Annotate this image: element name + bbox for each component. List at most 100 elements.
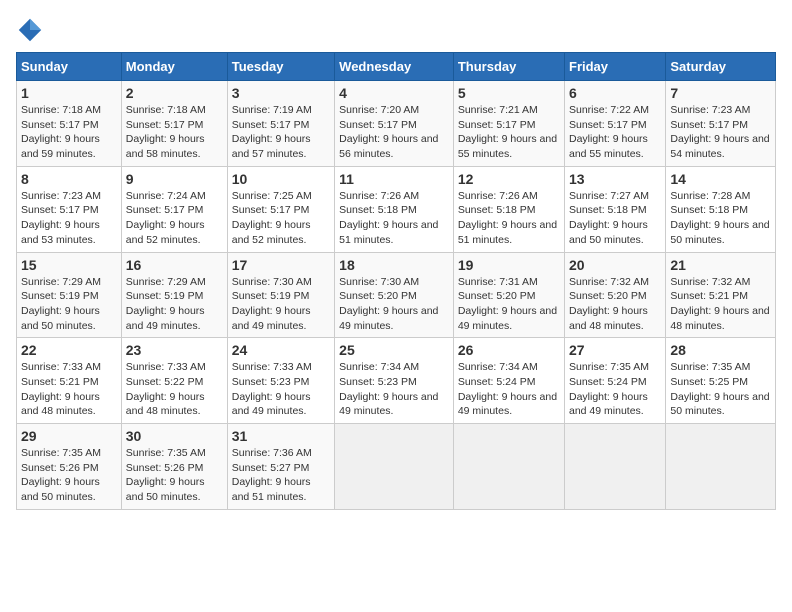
day-cell: 15 Sunrise: 7:29 AMSunset: 5:19 PMDaylig… bbox=[17, 252, 122, 338]
day-info: Sunrise: 7:30 AMSunset: 5:20 PMDaylight:… bbox=[339, 276, 438, 332]
day-cell: 24 Sunrise: 7:33 AMSunset: 5:23 PMDaylig… bbox=[227, 338, 334, 424]
day-info: Sunrise: 7:36 AMSunset: 5:27 PMDaylight:… bbox=[232, 447, 312, 503]
day-number: 8 bbox=[21, 171, 117, 187]
header-cell-tuesday: Tuesday bbox=[227, 53, 334, 81]
day-cell: 1 Sunrise: 7:18 AMSunset: 5:17 PMDayligh… bbox=[17, 81, 122, 167]
header-row: SundayMondayTuesdayWednesdayThursdayFrid… bbox=[17, 53, 776, 81]
day-info: Sunrise: 7:23 AMSunset: 5:17 PMDaylight:… bbox=[21, 190, 101, 246]
day-number: 2 bbox=[126, 85, 223, 101]
day-number: 17 bbox=[232, 257, 330, 273]
day-cell: 14 Sunrise: 7:28 AMSunset: 5:18 PMDaylig… bbox=[666, 166, 776, 252]
day-info: Sunrise: 7:26 AMSunset: 5:18 PMDaylight:… bbox=[339, 190, 438, 246]
day-cell: 6 Sunrise: 7:22 AMSunset: 5:17 PMDayligh… bbox=[565, 81, 666, 167]
day-info: Sunrise: 7:32 AMSunset: 5:20 PMDaylight:… bbox=[569, 276, 649, 332]
day-info: Sunrise: 7:25 AMSunset: 5:17 PMDaylight:… bbox=[232, 190, 312, 246]
day-number: 31 bbox=[232, 428, 330, 444]
day-cell: 17 Sunrise: 7:30 AMSunset: 5:19 PMDaylig… bbox=[227, 252, 334, 338]
day-number: 1 bbox=[21, 85, 117, 101]
day-info: Sunrise: 7:33 AMSunset: 5:23 PMDaylight:… bbox=[232, 361, 312, 417]
calendar-header: SundayMondayTuesdayWednesdayThursdayFrid… bbox=[17, 53, 776, 81]
day-number: 28 bbox=[670, 342, 771, 358]
day-cell: 9 Sunrise: 7:24 AMSunset: 5:17 PMDayligh… bbox=[121, 166, 227, 252]
day-number: 24 bbox=[232, 342, 330, 358]
week-row-1: 1 Sunrise: 7:18 AMSunset: 5:17 PMDayligh… bbox=[17, 81, 776, 167]
day-cell: 29 Sunrise: 7:35 AMSunset: 5:26 PMDaylig… bbox=[17, 424, 122, 510]
day-cell: 5 Sunrise: 7:21 AMSunset: 5:17 PMDayligh… bbox=[453, 81, 564, 167]
day-info: Sunrise: 7:26 AMSunset: 5:18 PMDaylight:… bbox=[458, 190, 557, 246]
day-cell: 22 Sunrise: 7:33 AMSunset: 5:21 PMDaylig… bbox=[17, 338, 122, 424]
day-number: 25 bbox=[339, 342, 449, 358]
logo-icon bbox=[16, 16, 44, 44]
day-number: 15 bbox=[21, 257, 117, 273]
day-number: 19 bbox=[458, 257, 560, 273]
day-info: Sunrise: 7:31 AMSunset: 5:20 PMDaylight:… bbox=[458, 276, 557, 332]
day-info: Sunrise: 7:33 AMSunset: 5:22 PMDaylight:… bbox=[126, 361, 206, 417]
day-cell: 16 Sunrise: 7:29 AMSunset: 5:19 PMDaylig… bbox=[121, 252, 227, 338]
day-number: 22 bbox=[21, 342, 117, 358]
day-number: 20 bbox=[569, 257, 661, 273]
header-cell-friday: Friday bbox=[565, 53, 666, 81]
day-number: 14 bbox=[670, 171, 771, 187]
page-header bbox=[16, 16, 776, 44]
day-number: 12 bbox=[458, 171, 560, 187]
week-row-3: 15 Sunrise: 7:29 AMSunset: 5:19 PMDaylig… bbox=[17, 252, 776, 338]
day-info: Sunrise: 7:23 AMSunset: 5:17 PMDaylight:… bbox=[670, 104, 769, 160]
day-info: Sunrise: 7:35 AMSunset: 5:25 PMDaylight:… bbox=[670, 361, 769, 417]
week-row-5: 29 Sunrise: 7:35 AMSunset: 5:26 PMDaylig… bbox=[17, 424, 776, 510]
day-cell: 13 Sunrise: 7:27 AMSunset: 5:18 PMDaylig… bbox=[565, 166, 666, 252]
week-row-2: 8 Sunrise: 7:23 AMSunset: 5:17 PMDayligh… bbox=[17, 166, 776, 252]
day-info: Sunrise: 7:21 AMSunset: 5:17 PMDaylight:… bbox=[458, 104, 557, 160]
day-cell: 10 Sunrise: 7:25 AMSunset: 5:17 PMDaylig… bbox=[227, 166, 334, 252]
day-cell: 30 Sunrise: 7:35 AMSunset: 5:26 PMDaylig… bbox=[121, 424, 227, 510]
day-number: 10 bbox=[232, 171, 330, 187]
day-number: 26 bbox=[458, 342, 560, 358]
day-number: 11 bbox=[339, 171, 449, 187]
day-cell: 27 Sunrise: 7:35 AMSunset: 5:24 PMDaylig… bbox=[565, 338, 666, 424]
day-info: Sunrise: 7:18 AMSunset: 5:17 PMDaylight:… bbox=[126, 104, 206, 160]
day-info: Sunrise: 7:35 AMSunset: 5:24 PMDaylight:… bbox=[569, 361, 649, 417]
day-info: Sunrise: 7:35 AMSunset: 5:26 PMDaylight:… bbox=[126, 447, 206, 503]
day-cell: 31 Sunrise: 7:36 AMSunset: 5:27 PMDaylig… bbox=[227, 424, 334, 510]
day-info: Sunrise: 7:24 AMSunset: 5:17 PMDaylight:… bbox=[126, 190, 206, 246]
calendar-body: 1 Sunrise: 7:18 AMSunset: 5:17 PMDayligh… bbox=[17, 81, 776, 510]
day-info: Sunrise: 7:22 AMSunset: 5:17 PMDaylight:… bbox=[569, 104, 649, 160]
day-number: 27 bbox=[569, 342, 661, 358]
day-cell: 23 Sunrise: 7:33 AMSunset: 5:22 PMDaylig… bbox=[121, 338, 227, 424]
day-info: Sunrise: 7:35 AMSunset: 5:26 PMDaylight:… bbox=[21, 447, 101, 503]
day-cell: 18 Sunrise: 7:30 AMSunset: 5:20 PMDaylig… bbox=[335, 252, 454, 338]
day-cell: 19 Sunrise: 7:31 AMSunset: 5:20 PMDaylig… bbox=[453, 252, 564, 338]
day-number: 5 bbox=[458, 85, 560, 101]
day-cell: 25 Sunrise: 7:34 AMSunset: 5:23 PMDaylig… bbox=[335, 338, 454, 424]
day-cell: 20 Sunrise: 7:32 AMSunset: 5:20 PMDaylig… bbox=[565, 252, 666, 338]
day-number: 18 bbox=[339, 257, 449, 273]
day-info: Sunrise: 7:27 AMSunset: 5:18 PMDaylight:… bbox=[569, 190, 649, 246]
day-info: Sunrise: 7:34 AMSunset: 5:23 PMDaylight:… bbox=[339, 361, 438, 417]
day-cell bbox=[565, 424, 666, 510]
logo bbox=[16, 16, 46, 44]
week-row-4: 22 Sunrise: 7:33 AMSunset: 5:21 PMDaylig… bbox=[17, 338, 776, 424]
day-cell bbox=[666, 424, 776, 510]
day-number: 23 bbox=[126, 342, 223, 358]
day-info: Sunrise: 7:28 AMSunset: 5:18 PMDaylight:… bbox=[670, 190, 769, 246]
day-number: 4 bbox=[339, 85, 449, 101]
calendar-table: SundayMondayTuesdayWednesdayThursdayFrid… bbox=[16, 52, 776, 510]
day-number: 30 bbox=[126, 428, 223, 444]
header-cell-monday: Monday bbox=[121, 53, 227, 81]
day-info: Sunrise: 7:34 AMSunset: 5:24 PMDaylight:… bbox=[458, 361, 557, 417]
day-cell: 28 Sunrise: 7:35 AMSunset: 5:25 PMDaylig… bbox=[666, 338, 776, 424]
day-info: Sunrise: 7:20 AMSunset: 5:17 PMDaylight:… bbox=[339, 104, 438, 160]
day-cell bbox=[453, 424, 564, 510]
day-number: 21 bbox=[670, 257, 771, 273]
day-number: 9 bbox=[126, 171, 223, 187]
day-info: Sunrise: 7:30 AMSunset: 5:19 PMDaylight:… bbox=[232, 276, 312, 332]
day-number: 16 bbox=[126, 257, 223, 273]
day-cell bbox=[335, 424, 454, 510]
header-cell-saturday: Saturday bbox=[666, 53, 776, 81]
day-cell: 12 Sunrise: 7:26 AMSunset: 5:18 PMDaylig… bbox=[453, 166, 564, 252]
day-number: 29 bbox=[21, 428, 117, 444]
day-info: Sunrise: 7:18 AMSunset: 5:17 PMDaylight:… bbox=[21, 104, 101, 160]
header-cell-thursday: Thursday bbox=[453, 53, 564, 81]
day-cell: 21 Sunrise: 7:32 AMSunset: 5:21 PMDaylig… bbox=[666, 252, 776, 338]
day-cell: 7 Sunrise: 7:23 AMSunset: 5:17 PMDayligh… bbox=[666, 81, 776, 167]
day-number: 6 bbox=[569, 85, 661, 101]
